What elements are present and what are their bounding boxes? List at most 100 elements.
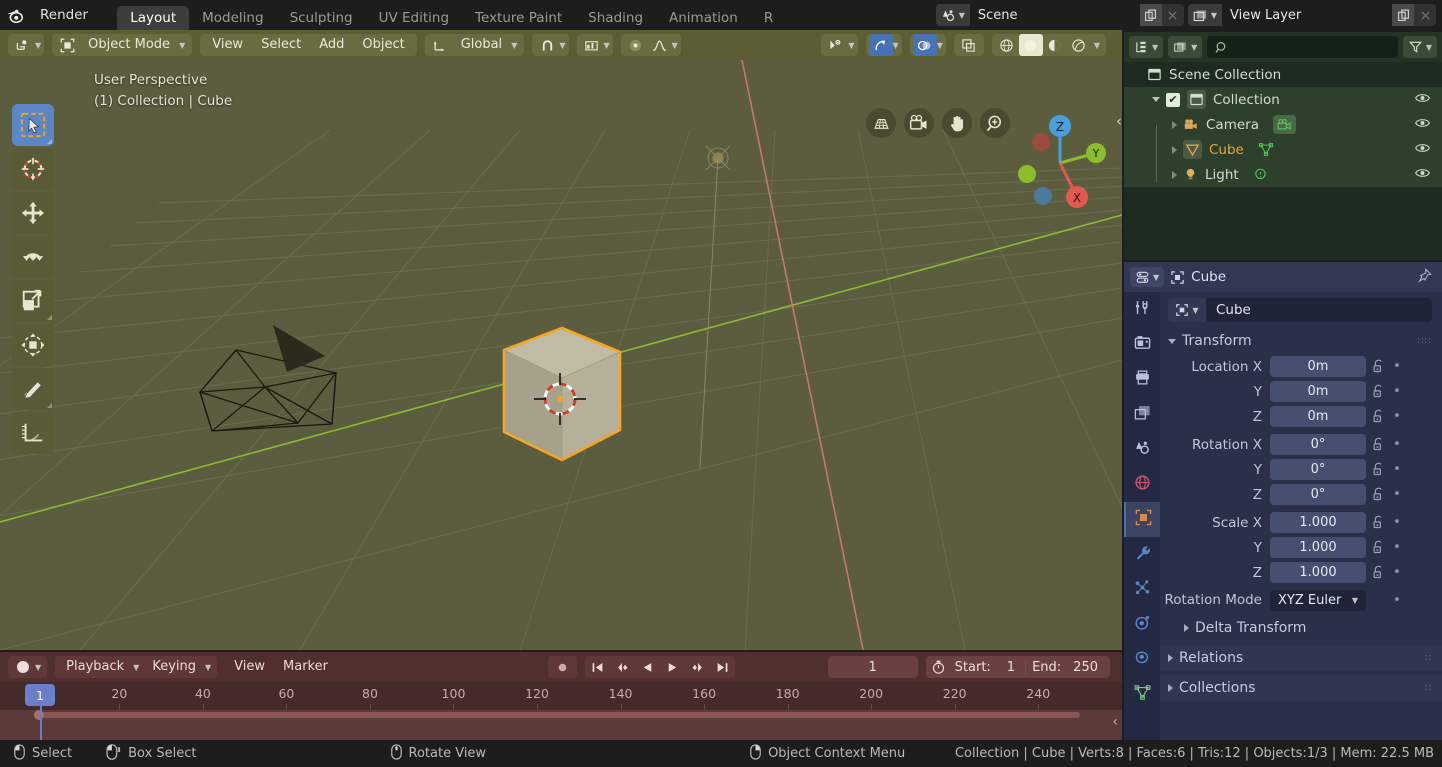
annotate-tool[interactable]: [12, 368, 54, 410]
outliner-row-cube[interactable]: Cube: [1124, 137, 1442, 162]
timeline-channel-area[interactable]: ‹: [0, 710, 1122, 740]
chevron-right-icon[interactable]: [1172, 121, 1177, 129]
proportional-edit-icon[interactable]: [624, 34, 648, 56]
view-layer-browse-icon[interactable]: ▼: [1188, 4, 1222, 26]
tab-r[interactable]: R: [751, 6, 786, 30]
cursor-tool[interactable]: [12, 148, 54, 190]
animate-dot-icon[interactable]: •: [1390, 515, 1404, 530]
transform-field-value[interactable]: 0°: [1270, 459, 1366, 480]
remove-view-layer-icon[interactable]: [1414, 4, 1436, 26]
tab-sculpting[interactable]: Sculpting: [277, 6, 366, 30]
physics-tab[interactable]: [1124, 607, 1160, 642]
editor-type-3dview-icon[interactable]: [11, 34, 35, 56]
rendered-shading-icon[interactable]: [1067, 34, 1091, 56]
end-frame-value[interactable]: 250: [1073, 660, 1098, 675]
tool-tab[interactable]: [1124, 292, 1160, 327]
lock-open-icon[interactable]: [1366, 487, 1390, 502]
chevron-right-icon[interactable]: [1172, 146, 1177, 154]
transform-field-value[interactable]: 0m: [1270, 356, 1366, 377]
drag-handle-icon[interactable]: ∶∶: [1425, 656, 1432, 661]
outliner-row-collection[interactable]: ✔Collection: [1124, 87, 1442, 112]
mesh-data-icon[interactable]: [1258, 142, 1274, 157]
object-tab[interactable]: [1124, 502, 1160, 537]
object-visibility-icon[interactable]: [824, 34, 848, 56]
jump-to-end-button[interactable]: [710, 656, 735, 678]
lock-open-icon[interactable]: [1366, 565, 1390, 580]
magnet-icon[interactable]: [535, 34, 559, 56]
lock-open-icon[interactable]: [1366, 359, 1390, 374]
record-keyframe-icon[interactable]: [550, 656, 575, 678]
unlink-scene-icon[interactable]: [1162, 4, 1184, 26]
search-input[interactable]: [1207, 36, 1398, 58]
current-frame-field[interactable]: 1: [828, 656, 918, 678]
timeline-menu-playback[interactable]: Playback: [57, 656, 133, 678]
viewport-canvas[interactable]: User Perspective (1) Collection | Cube: [0, 60, 1122, 650]
blender-logo-icon[interactable]: [0, 0, 30, 30]
shading-modes[interactable]: ▼: [992, 34, 1106, 56]
animate-dot-icon[interactable]: •: [1390, 409, 1404, 424]
viewport-menu-select[interactable]: Select: [252, 34, 310, 56]
transform-field-value[interactable]: 1.000: [1270, 512, 1366, 533]
visibility-eye-icon[interactable]: [1415, 167, 1430, 183]
start-frame-value[interactable]: 1: [1007, 660, 1015, 675]
toggle-xray-icon[interactable]: [957, 34, 981, 56]
scene-tab[interactable]: [1124, 432, 1160, 467]
transform-field-value[interactable]: 0°: [1270, 434, 1366, 455]
play-button[interactable]: [660, 656, 685, 678]
transform-field-value[interactable]: 1.000: [1270, 562, 1366, 583]
lock-open-icon[interactable]: [1366, 409, 1390, 424]
toggle-orthographic-button[interactable]: [866, 108, 896, 138]
constraints-tab[interactable]: [1124, 642, 1160, 677]
tab-modeling[interactable]: Modeling: [189, 6, 276, 30]
drag-handle-icon[interactable]: ∶∶: [1425, 686, 1432, 691]
snap-controls[interactable]: ▼: [532, 34, 568, 56]
playhead-frame-badge[interactable]: 1: [25, 684, 55, 706]
visibility-eye-icon[interactable]: [1415, 142, 1430, 158]
auto-keying-toggle[interactable]: [548, 656, 577, 678]
chevron-right-icon[interactable]: [1172, 171, 1177, 179]
outliner-row-light[interactable]: Light: [1124, 162, 1442, 187]
scene-name-field[interactable]: Scene: [970, 4, 1140, 26]
falloff-curve-icon[interactable]: [648, 34, 672, 56]
frame-range-bar[interactable]: [40, 712, 1080, 718]
rotation-mode-dropdown[interactable]: XYZ Euler ▼: [1270, 590, 1366, 611]
prev-keyframe-button[interactable]: [610, 656, 635, 678]
animate-dot-icon[interactable]: •: [1390, 437, 1404, 452]
camera-view-button[interactable]: [904, 108, 934, 138]
object-name-input[interactable]: Cube: [1206, 298, 1432, 322]
object-visibility-selector[interactable]: ▼: [821, 34, 857, 56]
collection-checkbox[interactable]: ✔: [1166, 93, 1180, 107]
view-layer-name-field[interactable]: View Layer: [1222, 4, 1392, 26]
xray-toggle[interactable]: [954, 34, 984, 56]
timeline-editor-icon[interactable]: [10, 656, 35, 678]
timeline-menu-marker[interactable]: Marker: [274, 656, 337, 678]
rotate-tool[interactable]: [12, 236, 54, 278]
lock-open-icon[interactable]: [1366, 515, 1390, 530]
viewport-menu-object[interactable]: Object: [353, 34, 413, 56]
timeline-menu-view[interactable]: View: [225, 656, 274, 678]
object-browse-icon[interactable]: ▼: [1168, 298, 1206, 322]
range-start-handle[interactable]: [34, 710, 44, 720]
animate-dot-icon[interactable]: •: [1390, 462, 1404, 477]
play-reverse-button[interactable]: [635, 656, 660, 678]
sidebar-expand-arrow-icon[interactable]: ‹: [1116, 112, 1122, 130]
proportional-editing[interactable]: ▼: [621, 34, 681, 56]
snap-target-selector[interactable]: ▼: [577, 34, 613, 56]
zoom-view-button[interactable]: [980, 108, 1010, 138]
world-tab[interactable]: [1124, 467, 1160, 502]
jump-to-start-button[interactable]: [585, 656, 610, 678]
viewport-menu-add[interactable]: Add: [310, 34, 353, 56]
snap-increment-icon[interactable]: [580, 34, 604, 56]
overlays-toggle[interactable]: ▼: [910, 34, 946, 56]
tab-layout[interactable]: Layout: [117, 6, 189, 30]
transform-field-value[interactable]: 0°: [1270, 484, 1366, 505]
editor-type-selector[interactable]: ▼: [8, 34, 44, 56]
render-tab[interactable]: [1124, 327, 1160, 362]
properties-editor-icon[interactable]: ▼: [1130, 267, 1164, 287]
outliner-row-camera[interactable]: Camera: [1124, 112, 1442, 137]
object-name-field[interactable]: ▼ Cube: [1168, 298, 1432, 322]
tab-animation[interactable]: Animation: [656, 6, 751, 30]
material-shading-icon[interactable]: [1043, 34, 1067, 56]
visibility-eye-icon[interactable]: [1415, 117, 1430, 133]
lock-open-icon[interactable]: [1366, 384, 1390, 399]
